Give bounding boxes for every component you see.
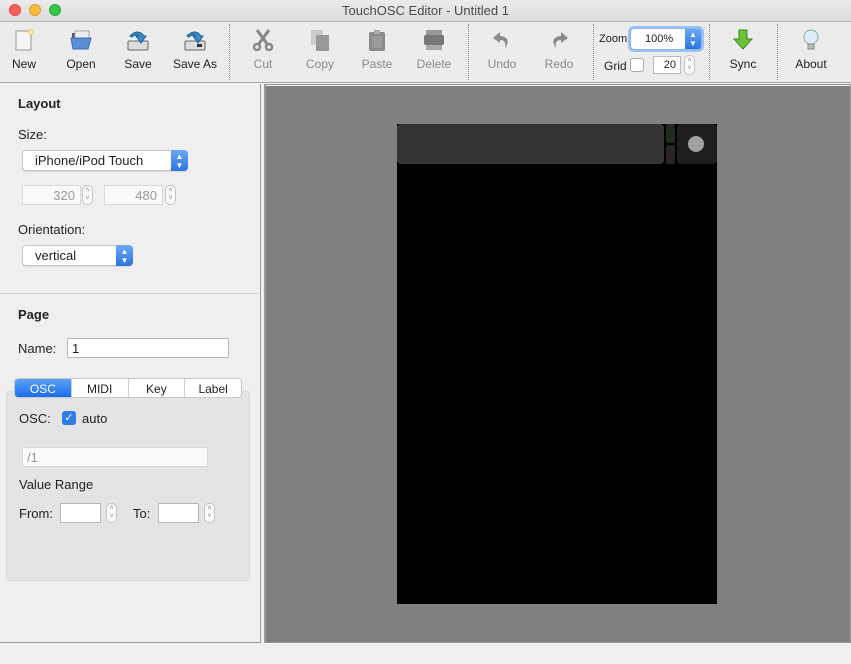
tab-key[interactable]: Key [127, 379, 185, 397]
layout-heading: Layout [18, 96, 61, 111]
size-select[interactable]: iPhone/iPod Touch ▲ ▼ [22, 150, 188, 171]
undo-button[interactable]: Undo [474, 28, 530, 71]
circle-icon [688, 136, 704, 152]
copy-button[interactable]: Copy [292, 28, 348, 71]
page-button[interactable] [677, 124, 717, 164]
cut-button[interactable]: Cut [235, 28, 291, 71]
undo-arrow-icon [493, 32, 508, 49]
page-heading: Page [18, 307, 50, 322]
value-range-label: Value Range [19, 477, 94, 492]
save-as-button[interactable]: Save As [167, 28, 223, 71]
device-layout[interactable] [397, 124, 717, 604]
toolbar-separator [468, 24, 469, 80]
from-label: From: [19, 506, 53, 521]
zoom-value: 100% [645, 33, 674, 45]
title-bar: TouchOSC Editor - Untitled 1 [0, 0, 851, 22]
height-stepper[interactable]: ˄ ˅ [165, 185, 176, 205]
to-input[interactable] [158, 503, 199, 523]
scissors-icon [252, 29, 274, 52]
new-button[interactable]: New [0, 28, 52, 71]
from-input[interactable] [60, 503, 101, 523]
status-bar [0, 645, 851, 664]
save-label: Save [124, 57, 152, 71]
about-label: About [795, 57, 827, 71]
grid-label: Grid [604, 59, 627, 73]
about-button[interactable]: About [783, 28, 839, 71]
cut-label: Cut [253, 57, 273, 71]
orientation-select[interactable]: vertical ▲ ▼ [22, 245, 133, 266]
width-stepper[interactable]: ˄ ˅ [82, 185, 93, 205]
orientation-value: vertical [35, 248, 77, 263]
clipboard-icon [369, 30, 385, 51]
lightbulb-icon [803, 29, 819, 50]
zoom-select[interactable]: 100% ▲ ▼ [630, 28, 702, 50]
tab-label[interactable]: Label [184, 379, 241, 397]
toolbar-separator [593, 24, 594, 80]
toolbar-separator [777, 24, 778, 80]
grid-size-stepper[interactable]: ˄ ˅ [684, 55, 695, 75]
to-label: To: [133, 506, 151, 521]
toolbar-separator [229, 24, 230, 80]
width-input[interactable]: 320 [22, 185, 81, 205]
window-title: TouchOSC Editor - Untitled 1 [342, 3, 509, 18]
copy-icon [311, 30, 329, 51]
open-button[interactable]: Open [53, 28, 109, 71]
chevron-updown-icon: ▲ ▼ [171, 150, 188, 171]
page-tab-bar[interactable] [397, 124, 664, 164]
osc-address-input[interactable]: /1 [22, 447, 208, 467]
grid-size-input[interactable]: 20 [653, 56, 681, 74]
app-window: TouchOSC Editor - Untitled 1 New Open Sa… [0, 0, 851, 664]
delete-label: Delete [416, 57, 452, 71]
page-indicator-bottom [666, 145, 675, 164]
page-tabs: OSC MIDI Key Label [14, 378, 242, 398]
zoom-label: Zoom [599, 33, 628, 45]
to-stepper[interactable]: ˄ ˅ [204, 503, 215, 523]
orientation-label: Orientation: [18, 222, 86, 237]
page-name-input[interactable]: 1 [67, 338, 229, 358]
from-stepper[interactable]: ˄ ˅ [106, 503, 117, 523]
checkmark-icon: ✓ [64, 412, 74, 424]
tab-osc[interactable]: OSC [15, 379, 71, 397]
open-label: Open [66, 57, 96, 71]
download-arrow-icon [732, 29, 754, 50]
name-label: Name: [18, 341, 57, 356]
save-as-label: Save As [172, 57, 218, 71]
toolbar: New Open Save Save As Cut Copy Paste Del… [0, 22, 851, 83]
undo-label: Undo [487, 57, 517, 71]
osc-auto-checkbox[interactable]: ✓ [62, 411, 76, 425]
redo-label: Redo [544, 57, 574, 71]
height-input[interactable]: 480 [104, 185, 163, 205]
chevron-updown-icon: ▲ ▼ [116, 245, 133, 266]
page-indicator-top [666, 124, 675, 143]
size-label: Size: [18, 127, 47, 142]
new-label: New [11, 57, 36, 71]
paste-label: Paste [361, 57, 393, 71]
folder-open-icon [70, 30, 92, 50]
size-value: iPhone/iPod Touch [35, 153, 144, 168]
grid-checkbox[interactable] [630, 58, 644, 72]
sync-label: Sync [729, 57, 757, 71]
new-document-icon [15, 29, 34, 51]
chevron-updown-icon: ▲ ▼ [685, 29, 701, 49]
shredder-icon [424, 30, 444, 50]
section-divider [0, 293, 258, 294]
copy-label: Copy [305, 57, 334, 71]
paste-button[interactable]: Paste [349, 28, 405, 71]
save-as-icon [184, 31, 206, 51]
redo-button[interactable]: Redo [531, 28, 587, 71]
redo-arrow-icon [553, 32, 568, 49]
osc-auto-label: auto [82, 411, 108, 426]
save-icon [127, 31, 149, 51]
osc-label: OSC: [19, 411, 51, 426]
delete-button[interactable]: Delete [406, 28, 462, 71]
sync-button[interactable]: Sync [715, 28, 771, 71]
save-button[interactable]: Save [110, 28, 166, 71]
toolbar-separator [709, 24, 710, 80]
tab-midi[interactable]: MIDI [70, 379, 128, 397]
